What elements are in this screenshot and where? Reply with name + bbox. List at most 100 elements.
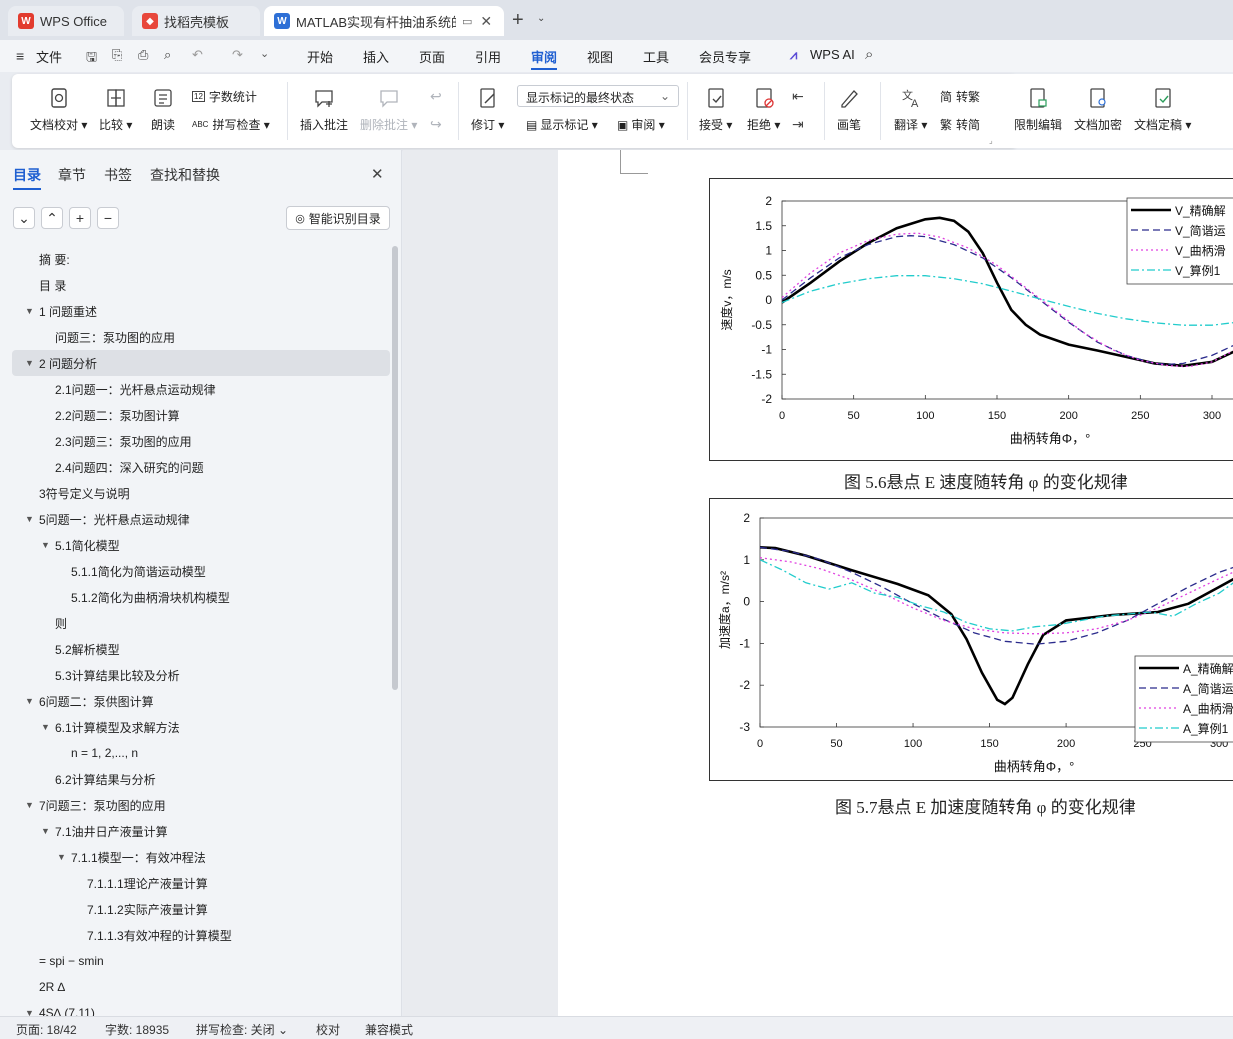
- toc-item[interactable]: ▼ 7.1油井日产液量计算: [0, 818, 401, 844]
- restrict-edit-button[interactable]: 限制编辑: [1014, 86, 1062, 133]
- accept-button[interactable]: 接受 ▾: [699, 86, 732, 133]
- toc-item[interactable]: ▼ 4S∆ (7.11): [0, 1000, 401, 1016]
- previous-change-icon[interactable]: ⇤: [792, 88, 804, 105]
- close-tab-icon[interactable]: ✕: [480, 13, 492, 30]
- expand-toggle-icon[interactable]: ▼: [41, 722, 50, 732]
- toc-item[interactable]: n = 1, 2,..., n: [0, 740, 401, 766]
- toc-item[interactable]: 5.1.2简化为曲柄滑块机构模型: [0, 584, 401, 610]
- translate-button[interactable]: 文A 翻译 ▾: [894, 86, 927, 133]
- smart-toc-button[interactable]: ◎ 智能识别目录: [286, 206, 390, 230]
- word-count-button[interactable]: 12 字数统计: [192, 88, 257, 105]
- toc-item[interactable]: 2.1问题一：光杆悬点运动规律: [0, 376, 401, 402]
- markup-display-select[interactable]: 显示标记的最终状态 ⌄: [517, 85, 679, 107]
- to-traditional-button[interactable]: 简 转繁: [940, 88, 980, 105]
- word-count-indicator[interactable]: 字数: 18935: [105, 1021, 169, 1038]
- print-preview-icon[interactable]: ⌕: [164, 47, 171, 63]
- proofread-status[interactable]: 校对: [316, 1021, 340, 1038]
- compare-button[interactable]: 比较 ▾: [99, 86, 132, 133]
- show-markup-button[interactable]: ▤ 显示标记 ▾: [526, 116, 598, 133]
- menu-page[interactable]: 页面: [419, 47, 445, 66]
- nav-tab-chapters[interactable]: 章节: [58, 165, 86, 185]
- track-changes-button[interactable]: 修订 ▾: [471, 86, 504, 133]
- tab-current-document[interactable]: W MATLAB实现有杆抽油系统的数 ▭ ✕: [264, 6, 504, 36]
- nav-tab-bookmarks[interactable]: 书签: [104, 165, 132, 185]
- remove-heading-button[interactable]: −: [97, 207, 119, 229]
- toc-item[interactable]: 摘 要:: [0, 246, 401, 272]
- hamburger-icon[interactable]: ≡: [16, 48, 24, 64]
- toc-item[interactable]: 目 录: [0, 272, 401, 298]
- expand-toggle-icon[interactable]: ▼: [25, 358, 34, 368]
- proofread-button[interactable]: 文档校对 ▾: [30, 86, 87, 133]
- menu-file[interactable]: 文件: [36, 47, 62, 66]
- menu-review[interactable]: 审阅: [531, 47, 558, 70]
- toc-item[interactable]: 5.1.1简化为简谐运动模型: [0, 558, 401, 584]
- new-tab-icon[interactable]: +: [512, 9, 524, 32]
- nav-tab-toc[interactable]: 目录: [13, 165, 41, 190]
- next-change-icon[interactable]: ⇥: [792, 116, 804, 133]
- expand-toggle-icon[interactable]: ▼: [57, 852, 66, 862]
- next-comment-icon[interactable]: ↪: [430, 116, 442, 133]
- expand-down-button[interactable]: ⌄: [13, 207, 35, 229]
- toc-item[interactable]: ▼ 5问题一：光杆悬点运动规律: [0, 506, 401, 532]
- review-pane-button[interactable]: ▣ 审阅 ▾: [617, 116, 665, 133]
- menu-view[interactable]: 视图: [587, 47, 613, 66]
- menu-insert[interactable]: 插入: [363, 47, 389, 66]
- print-icon[interactable]: ⎙: [138, 47, 148, 63]
- menu-member[interactable]: 会员专享: [699, 47, 751, 66]
- close-pane-icon[interactable]: ✕: [371, 165, 384, 183]
- toc-item[interactable]: 2.4问题四：深入研究的问题: [0, 454, 401, 480]
- add-heading-button[interactable]: +: [69, 207, 91, 229]
- toc-item[interactable]: ▼ 5.1简化模型: [0, 532, 401, 558]
- toc-item[interactable]: 5.2解析模型: [0, 636, 401, 662]
- spell-check-status[interactable]: 拼写检查: 关闭 ⌄: [196, 1021, 288, 1038]
- finalize-button[interactable]: 文档定稿 ▾: [1134, 86, 1191, 133]
- expand-toggle-icon[interactable]: ▼: [41, 826, 50, 836]
- collapse-up-button[interactable]: ⌃: [41, 207, 63, 229]
- toc-item[interactable]: 2.2问题二：泵功图计算: [0, 402, 401, 428]
- toc-item[interactable]: 6.2计算结果与分析: [0, 766, 401, 792]
- menu-start[interactable]: 开始: [307, 47, 333, 66]
- menu-references[interactable]: 引用: [475, 47, 501, 66]
- toc-item[interactable]: ▼ 7.1.1模型一：有效冲程法: [0, 844, 401, 870]
- toc-item[interactable]: ▼ 6问题二：泵供图计算: [0, 688, 401, 714]
- nav-tab-find-replace[interactable]: 查找和替换: [150, 165, 220, 185]
- chevron-down-icon[interactable]: ⌄: [537, 13, 545, 24]
- tab-docer-templates[interactable]: ◆ 找稻壳模板: [132, 6, 260, 36]
- menu-tools[interactable]: 工具: [643, 47, 669, 66]
- encrypt-button[interactable]: 文档加密: [1074, 86, 1122, 133]
- toc-item[interactable]: 问题三：泵功图的应用: [0, 324, 401, 350]
- delete-comment-button[interactable]: 删除批注 ▾: [360, 86, 417, 133]
- to-simplified-button[interactable]: 繁 转简: [940, 116, 980, 133]
- group-launcher-icon[interactable]: ⌟: [989, 136, 993, 145]
- toc-item[interactable]: 7.1.1.3有效冲程的计算模型: [0, 922, 401, 948]
- toc-item[interactable]: ▼ 7问题三：泵功图的应用: [0, 792, 401, 818]
- toc-scrollbar[interactable]: [392, 246, 398, 690]
- undo-icon[interactable]: ↶: [192, 47, 203, 63]
- page-indicator[interactable]: 页面: 18/42: [16, 1021, 77, 1038]
- expand-toggle-icon[interactable]: ▼: [25, 800, 34, 810]
- save-icon[interactable]: 🖫: [86, 48, 97, 70]
- toc-item[interactable]: 7.1.1.1理论产液量计算: [0, 870, 401, 896]
- previous-comment-icon[interactable]: ↩: [430, 88, 442, 105]
- toc-item[interactable]: = spi − smin: [0, 948, 401, 974]
- redo-icon[interactable]: ↷: [232, 47, 243, 63]
- insert-comment-button[interactable]: 插入批注: [300, 86, 348, 133]
- toc-item[interactable]: 2.3问题三：泵功图的应用: [0, 428, 401, 454]
- pen-button[interactable]: 画笔: [837, 86, 861, 133]
- toc-item[interactable]: ▼ 2 问题分析: [12, 350, 390, 376]
- export-icon[interactable]: ⎘: [112, 47, 122, 63]
- toc-item[interactable]: 则: [0, 610, 401, 636]
- expand-toggle-icon[interactable]: ▼: [25, 1008, 34, 1016]
- spell-check-button[interactable]: ABC 拼写检查 ▾: [192, 116, 270, 133]
- toc-item[interactable]: 7.1.1.2实际产液量计算: [0, 896, 401, 922]
- search-icon[interactable]: ⌕: [865, 46, 873, 63]
- expand-toggle-icon[interactable]: ▼: [25, 306, 34, 316]
- toc-item[interactable]: 3符号定义与说明: [0, 480, 401, 506]
- toc-item[interactable]: ▼ 6.1计算模型及求解方法: [0, 714, 401, 740]
- toc-item[interactable]: 2R ∆: [0, 974, 401, 1000]
- tab-wps-office[interactable]: W WPS Office: [8, 6, 124, 36]
- expand-toggle-icon[interactable]: ▼: [25, 514, 34, 524]
- expand-toggle-icon[interactable]: ▼: [25, 696, 34, 706]
- read-aloud-button[interactable]: 朗读: [151, 86, 175, 133]
- menu-wps-ai[interactable]: WPS AI: [810, 47, 855, 62]
